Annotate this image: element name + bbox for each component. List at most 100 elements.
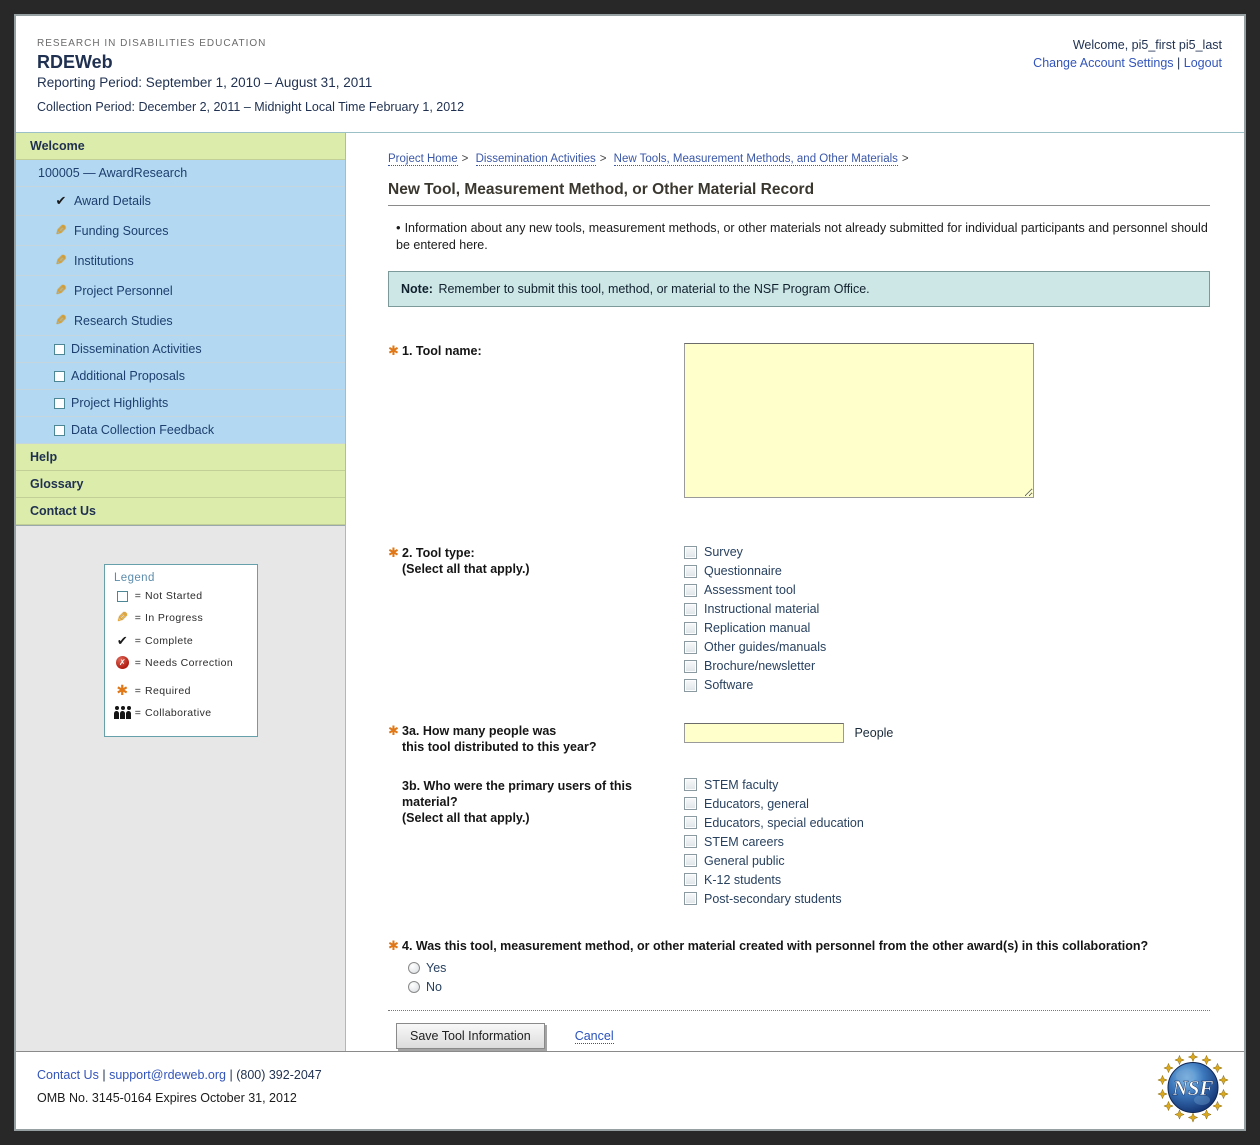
sidebar-item-label: Project Personnel xyxy=(74,283,173,298)
page-title: New Tool, Measurement Method, or Other M… xyxy=(388,181,1210,206)
legend-label: Required xyxy=(145,684,191,697)
checkbox-label: Software xyxy=(704,678,754,693)
people-count-input[interactable] xyxy=(684,723,844,744)
breadcrumb-link[interactable]: Project Home xyxy=(388,153,458,166)
sidebar: Welcome 100005 — AwardResearch Award Det… xyxy=(16,133,346,1051)
change-account-settings-link[interactable]: Change Account Settings xyxy=(1033,56,1173,70)
sidebar-item[interactable]: Award Details xyxy=(16,187,345,216)
sidebar-item-welcome[interactable]: Welcome xyxy=(16,133,345,160)
reporting-period: Reporting Period: September 1, 2010 – Au… xyxy=(37,75,373,90)
radio-option[interactable]: Yes xyxy=(408,961,1210,975)
checkbox-label: Survey xyxy=(704,545,743,560)
checkbox-option[interactable]: K-12 students xyxy=(684,873,1210,887)
primary-user-checkbox[interactable] xyxy=(684,835,697,849)
q2-sublabel: (Select all that apply.) xyxy=(402,562,530,577)
footer-email-link[interactable]: support@rdeweb.org xyxy=(109,1068,226,1082)
checkbox-label: Replication manual xyxy=(704,621,811,636)
tool-type-checkbox[interactable] xyxy=(684,545,697,559)
checkbox-option[interactable]: Survey xyxy=(684,545,1210,559)
sidebar-item-award[interactable]: 100005 — AwardResearch xyxy=(16,160,345,187)
radio-option[interactable]: No xyxy=(408,980,1210,994)
checkbox-option[interactable]: Assessment tool xyxy=(684,583,1210,597)
tool-type-checkbox[interactable] xyxy=(684,640,697,654)
sidebar-item-contact-us[interactable]: Contact Us xyxy=(16,498,345,525)
checkbox-option[interactable]: General public xyxy=(684,854,1210,868)
checkbox-label: STEM careers xyxy=(704,834,784,849)
sidebar-item[interactable]: Project Highlights xyxy=(16,390,345,417)
checkbox-option[interactable]: STEM careers xyxy=(684,835,1210,849)
breadcrumb-link[interactable]: Dissemination Activities xyxy=(475,153,596,166)
sidebar-item[interactable]: Research Studies xyxy=(16,306,345,336)
sidebar-item-help[interactable]: Help xyxy=(16,444,345,471)
sidebar-item[interactable]: Project Personnel xyxy=(16,276,345,306)
radio-label: No xyxy=(426,980,442,995)
checkbox-option[interactable]: Brochure/newsletter xyxy=(684,659,1210,673)
save-tool-button[interactable]: Save Tool Information xyxy=(396,1023,545,1050)
checkbox-option[interactable]: Educators, general xyxy=(684,797,1210,811)
breadcrumb: Project Home > Dissemination Activities > … xyxy=(388,153,1210,166)
complete-icon xyxy=(54,193,68,209)
footer-phone: (800) 392-2047 xyxy=(236,1068,322,1082)
q2-label: 2. Tool type: xyxy=(402,546,475,561)
checkbox-option[interactable]: Instructional material xyxy=(684,602,1210,616)
sidebar-item[interactable]: Funding Sources xyxy=(16,216,345,246)
legend-label: Complete xyxy=(145,635,194,647)
checkbox-label: K-12 students xyxy=(704,872,782,887)
tool-type-checkbox[interactable] xyxy=(684,583,697,597)
tool-type-checkbox[interactable] xyxy=(684,621,697,635)
tool-type-checkbox[interactable] xyxy=(684,659,697,673)
breadcrumb-link[interactable]: New Tools, Measurement Methods, and Othe… xyxy=(613,153,898,166)
checkbox-label: Brochure/newsletter xyxy=(704,659,816,674)
sidebar-item-label: Award Details xyxy=(74,194,151,208)
checkbox-option[interactable]: STEM faculty xyxy=(684,778,1210,792)
checkbox-label: Questionnaire xyxy=(704,564,782,579)
nsf-logo: NSF xyxy=(1157,1052,1229,1123)
sidebar-item-label: Data Collection Feedback xyxy=(71,423,215,437)
checkbox-option[interactable]: Software xyxy=(684,678,1210,692)
sidebar-item[interactable]: Data Collection Feedback xyxy=(16,417,345,444)
checkbox-label: STEM faculty xyxy=(704,777,779,792)
footer-contact-link[interactable]: Contact Us xyxy=(37,1068,99,1082)
sidebar-item-label: Additional Proposals xyxy=(71,369,185,383)
radio-label: Yes xyxy=(426,961,447,976)
q3a-label-row: ✱ 3a. How many people was this tool dist… xyxy=(388,723,684,756)
pencil-icon xyxy=(114,609,131,626)
footer: Contact Us | support@rdeweb.org | (800) … xyxy=(16,1051,1244,1129)
q3a-label-line2: this tool distributed to this year? xyxy=(402,740,597,755)
in-progress-icon xyxy=(54,312,68,329)
primary-user-checkbox[interactable] xyxy=(684,778,697,792)
tool-form: ✱ 1. Tool name: ✱ 2. Tool type: (Select … xyxy=(388,343,1210,1050)
checkbox-option[interactable]: Post-secondary students xyxy=(684,892,1210,906)
primary-user-checkbox[interactable] xyxy=(684,854,697,868)
sidebar-item[interactable]: Additional Proposals xyxy=(16,363,345,390)
primary-user-checkbox[interactable] xyxy=(684,816,697,830)
link-separator: | xyxy=(1177,56,1181,70)
tool-type-checkbox[interactable] xyxy=(684,602,697,616)
collaboration-radio[interactable] xyxy=(408,981,420,994)
note-label: Note: xyxy=(401,282,433,297)
nsf-logo-text: NSF xyxy=(1172,1076,1214,1100)
footer-separator: | xyxy=(102,1068,106,1082)
welcome-user: Welcome, pi5_first pi5_last xyxy=(1072,38,1222,52)
tool-type-checkbox[interactable] xyxy=(684,564,697,578)
breadcrumb-separator: > xyxy=(599,153,607,165)
checkbox-option[interactable]: Questionnaire xyxy=(684,564,1210,578)
checkbox-option[interactable]: Other guides/manuals xyxy=(684,640,1210,654)
primary-user-checkbox[interactable] xyxy=(684,797,697,811)
equals-sign: = xyxy=(134,635,142,647)
q1-label-row: ✱ 1. Tool name: xyxy=(388,343,684,503)
collaboration-radio[interactable] xyxy=(408,962,420,975)
primary-user-checkbox[interactable] xyxy=(684,873,697,887)
sidebar-item-glossary[interactable]: Glossary xyxy=(16,471,345,498)
cancel-link[interactable]: Cancel xyxy=(574,1029,614,1044)
sidebar-item[interactable]: Institutions xyxy=(16,246,345,276)
tool-name-textarea[interactable] xyxy=(684,343,1034,499)
checkbox-option[interactable]: Educators, special education xyxy=(684,816,1210,830)
tool-type-checkbox[interactable] xyxy=(684,678,697,692)
tool-type-options: Survey Questionnaire Assessment tool Ins… xyxy=(684,545,1210,697)
checkbox-option[interactable]: Replication manual xyxy=(684,621,1210,635)
primary-user-checkbox[interactable] xyxy=(684,892,697,906)
divider xyxy=(388,1010,1210,1012)
sidebar-item[interactable]: Dissemination Activities xyxy=(16,336,345,363)
logout-link[interactable]: Logout xyxy=(1184,56,1222,70)
